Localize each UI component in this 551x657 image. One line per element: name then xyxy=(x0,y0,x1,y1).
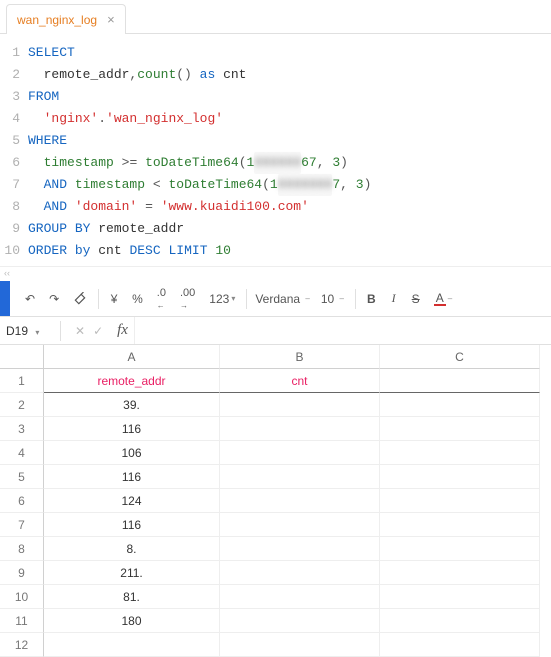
cell[interactable] xyxy=(380,489,540,513)
row-header[interactable]: 11 xyxy=(0,609,44,633)
cell[interactable] xyxy=(380,465,540,489)
cell[interactable]: remote_addr xyxy=(44,369,220,393)
row-header[interactable]: 3 xyxy=(0,417,44,441)
cell[interactable]: 116 xyxy=(44,417,220,441)
cell[interactable] xyxy=(380,633,540,657)
row-header[interactable]: 6 xyxy=(0,489,44,513)
cell[interactable]: 116 xyxy=(44,513,220,537)
cell[interactable] xyxy=(220,489,380,513)
row-header[interactable]: 4 xyxy=(0,441,44,465)
chevron-down-icon[interactable]: ▾ xyxy=(35,328,39,337)
tab-wan-nginx-log[interactable]: wan_nginx_log × xyxy=(6,4,126,34)
increase-decimal-button[interactable]: .00→ xyxy=(173,283,202,315)
cell[interactable]: 81. xyxy=(44,585,220,609)
cell[interactable]: 39. xyxy=(44,393,220,417)
cell[interactable]: 180 xyxy=(44,609,220,633)
cell[interactable]: 116 xyxy=(44,465,220,489)
toolbar-accent xyxy=(0,281,10,316)
row-header[interactable]: 12 xyxy=(0,633,44,657)
cell-reference: D19 xyxy=(6,324,28,338)
spreadsheet-toolbar: ↶ ↷ ¥ % .0← .00→ 123▾ Verdana ‒ 10 ‒ B I… xyxy=(0,281,551,317)
number-format-button[interactable]: 123▾ xyxy=(202,288,242,310)
cell[interactable]: 8. xyxy=(44,537,220,561)
editor-collapse-handle[interactable]: ‹‹ xyxy=(0,267,551,281)
code-line[interactable]: GROUP BY remote_addr xyxy=(28,218,543,240)
currency-button[interactable]: ¥ xyxy=(103,288,125,310)
font-family-select[interactable]: Verdana ‒ xyxy=(251,292,314,306)
formula-input[interactable] xyxy=(134,317,551,344)
separator xyxy=(355,289,356,309)
cell[interactable] xyxy=(380,393,540,417)
separator xyxy=(98,289,99,309)
close-icon[interactable]: × xyxy=(107,12,115,27)
cell[interactable] xyxy=(220,633,380,657)
cell[interactable]: cnt xyxy=(220,369,380,393)
cell[interactable] xyxy=(380,609,540,633)
cell[interactable] xyxy=(220,441,380,465)
tab-bar: wan_nginx_log × xyxy=(0,0,551,34)
bold-button[interactable]: B xyxy=(360,288,383,310)
code-line[interactable]: AND timestamp < toDateTime64(100000007, … xyxy=(28,174,543,196)
cell[interactable] xyxy=(380,561,540,585)
line-gutter: 12345678910 xyxy=(0,42,28,262)
cell[interactable] xyxy=(220,561,380,585)
cell[interactable] xyxy=(220,513,380,537)
undo-button[interactable]: ↶ xyxy=(18,288,42,310)
code-line[interactable]: ORDER by cnt DESC LIMIT 10 xyxy=(28,240,543,262)
row-header[interactable]: 10 xyxy=(0,585,44,609)
row-header[interactable]: 5 xyxy=(0,465,44,489)
cell[interactable] xyxy=(380,441,540,465)
separator xyxy=(60,321,61,341)
tab-title: wan_nginx_log xyxy=(17,13,97,27)
spreadsheet-grid[interactable]: A B C 1remote_addrcnt239.311641065116612… xyxy=(0,345,551,657)
code-line[interactable]: AND 'domain' = 'www.kuaidi100.com' xyxy=(28,196,543,218)
cell[interactable] xyxy=(44,633,220,657)
paint-format-button[interactable] xyxy=(66,288,94,310)
cell[interactable] xyxy=(220,417,380,441)
cell[interactable] xyxy=(220,393,380,417)
cell[interactable] xyxy=(380,513,540,537)
fx-icon[interactable]: fx xyxy=(117,322,128,339)
cell[interactable] xyxy=(380,537,540,561)
cell[interactable] xyxy=(220,465,380,489)
col-header-b[interactable]: B xyxy=(220,345,380,369)
cell[interactable] xyxy=(380,585,540,609)
cancel-edit-icon[interactable]: ✕ xyxy=(75,324,85,338)
cell[interactable]: 106 xyxy=(44,441,220,465)
cell[interactable] xyxy=(220,585,380,609)
col-header-c[interactable]: C xyxy=(380,345,540,369)
sql-editor[interactable]: 12345678910 SELECT remote_addr,count() a… xyxy=(0,34,551,267)
cell[interactable]: 124 xyxy=(44,489,220,513)
italic-button[interactable]: I xyxy=(383,287,405,310)
code-line[interactable]: timestamp >= toDateTime64(100000067, 3) xyxy=(28,152,543,174)
name-box[interactable]: D19 ▾ xyxy=(0,324,56,338)
row-header[interactable]: 1 xyxy=(0,369,44,393)
row-header[interactable]: 9 xyxy=(0,561,44,585)
name-fx-bar: D19 ▾ ✕ ✓ fx xyxy=(0,317,551,345)
confirm-edit-icon[interactable]: ✓ xyxy=(93,324,103,338)
cell[interactable] xyxy=(220,609,380,633)
separator xyxy=(246,289,247,309)
percent-button[interactable]: % xyxy=(125,288,150,310)
code-line[interactable]: FROM xyxy=(28,86,543,108)
row-header[interactable]: 7 xyxy=(0,513,44,537)
cell[interactable] xyxy=(220,537,380,561)
font-size-select[interactable]: 10 ‒ xyxy=(314,288,351,310)
strike-button[interactable]: S xyxy=(405,288,427,310)
cell[interactable]: 211. xyxy=(44,561,220,585)
code-line[interactable]: remote_addr,count() as cnt xyxy=(28,64,543,86)
row-header[interactable]: 2 xyxy=(0,393,44,417)
code-line[interactable]: 'nginx'.'wan_nginx_log' xyxy=(28,108,543,130)
cell[interactable] xyxy=(380,369,540,393)
col-header-a[interactable]: A xyxy=(44,345,220,369)
decrease-decimal-button[interactable]: .0← xyxy=(150,283,173,315)
code-line[interactable]: WHERE xyxy=(28,130,543,152)
row-header[interactable]: 8 xyxy=(0,537,44,561)
text-color-button[interactable]: A‒ xyxy=(427,288,459,310)
code-line[interactable]: SELECT xyxy=(28,42,543,64)
cell[interactable] xyxy=(380,417,540,441)
redo-button[interactable]: ↷ xyxy=(42,288,66,310)
code-body[interactable]: SELECT remote_addr,count() as cntFROM 'n… xyxy=(28,42,551,262)
select-all-corner[interactable] xyxy=(0,345,44,369)
